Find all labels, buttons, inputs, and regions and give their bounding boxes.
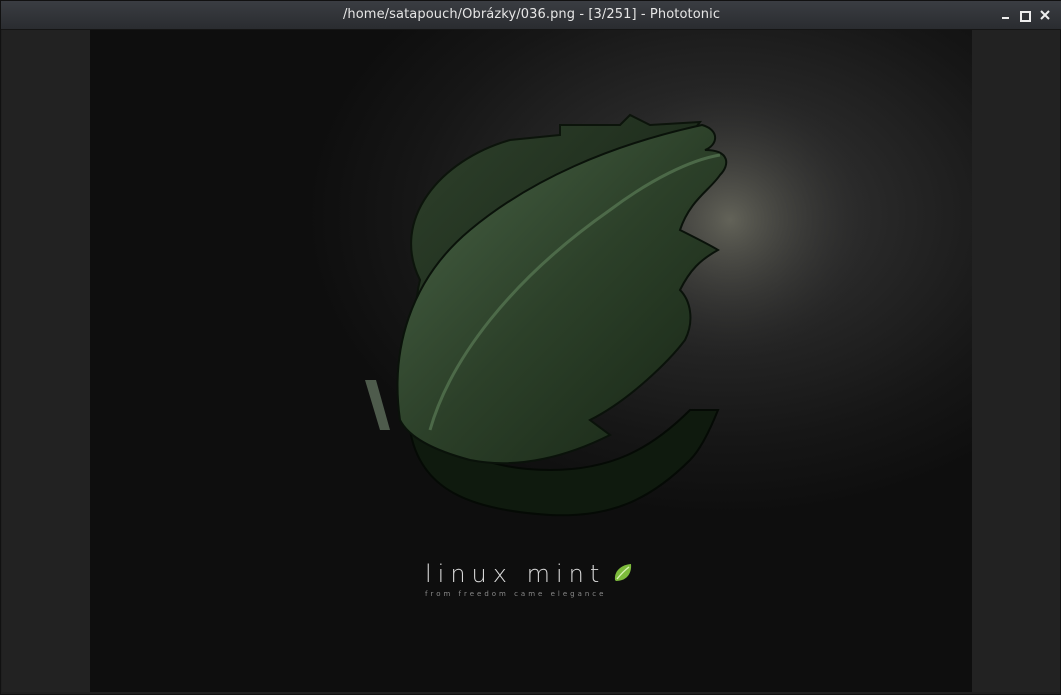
brand-name: linux mint bbox=[425, 560, 606, 588]
close-icon bbox=[1040, 10, 1050, 20]
window-controls bbox=[998, 8, 1052, 22]
title-bar[interactable]: /home/satapouch/Obrázky/036.png - [3/251… bbox=[1, 1, 1061, 30]
minimize-button[interactable] bbox=[998, 8, 1012, 22]
displayed-image: linux mint from freedom came elegance bbox=[90, 30, 972, 692]
close-button[interactable] bbox=[1038, 8, 1052, 22]
mint-leaf-icon bbox=[615, 564, 632, 581]
brand-tagline: from freedom came elegance bbox=[425, 590, 607, 598]
phototonic-window: /home/satapouch/Obrázky/036.png - [3/251… bbox=[0, 0, 1061, 695]
image-viewer[interactable]: linux mint from freedom came elegance bbox=[2, 30, 1060, 692]
brand-logo: linux mint from freedom came elegance bbox=[425, 560, 685, 598]
window-title: /home/satapouch/Obrázky/036.png - [3/251… bbox=[342, 7, 721, 22]
maximize-button[interactable] bbox=[1018, 8, 1032, 22]
